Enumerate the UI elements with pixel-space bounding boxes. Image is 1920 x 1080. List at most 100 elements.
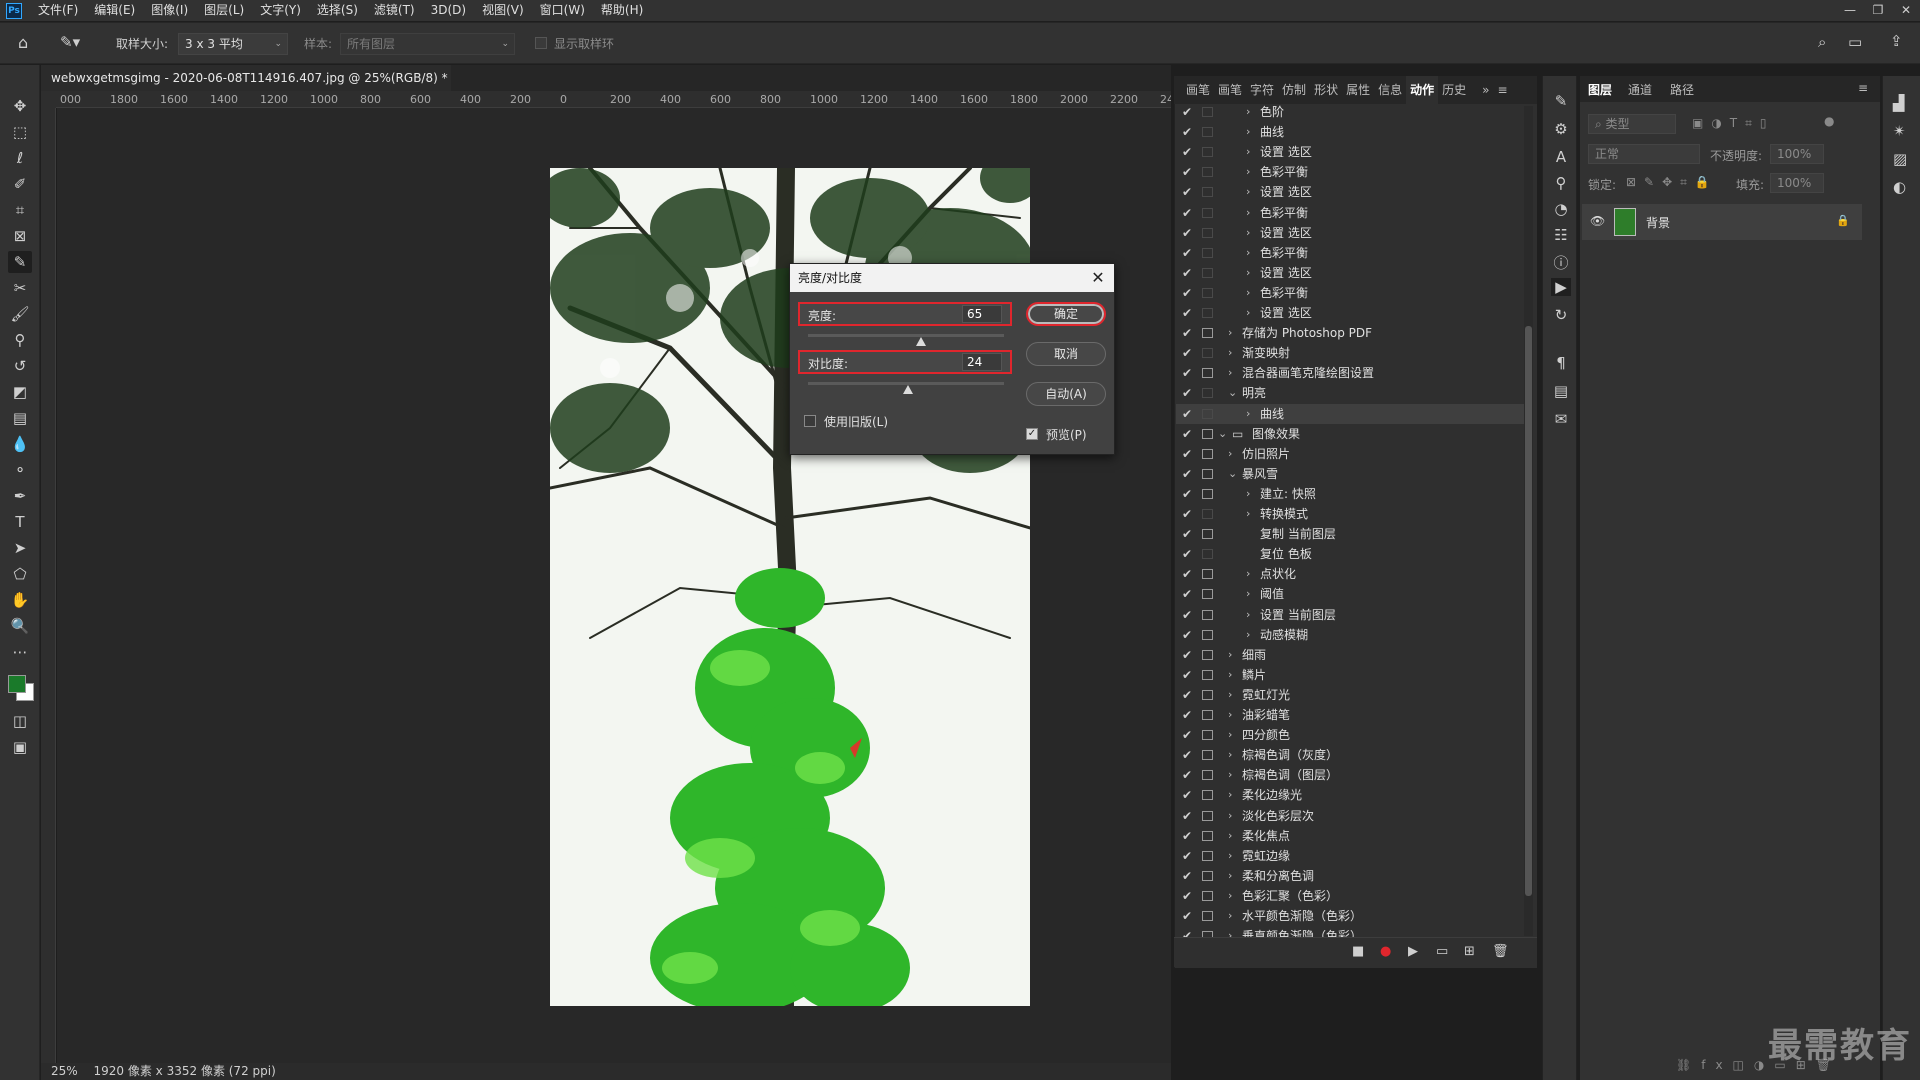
pen-tool-icon[interactable]: ✒: [8, 485, 32, 507]
chevron-right-icon[interactable]: ›: [1228, 645, 1232, 665]
tab-properties[interactable]: 属性: [1342, 76, 1374, 104]
menu-image[interactable]: 图像(I): [143, 0, 196, 21]
chevron-right-icon[interactable]: ›: [1246, 243, 1250, 263]
actions-icon[interactable]: ▶: [1551, 278, 1571, 296]
minimize-button[interactable]: —: [1836, 0, 1864, 21]
chevron-right-icon[interactable]: ›: [1246, 122, 1250, 142]
chevron-right-icon[interactable]: ›: [1246, 182, 1250, 202]
action-row[interactable]: ✔ › 设置 选区: [1176, 182, 1524, 202]
chevron-right-icon[interactable]: ›: [1246, 142, 1250, 162]
check-icon[interactable]: ✔: [1180, 544, 1194, 564]
chevron-right-icon[interactable]: ›: [1246, 484, 1250, 504]
chevron-right-icon[interactable]: ›: [1228, 665, 1232, 685]
chevron-right-icon[interactable]: ›: [1228, 705, 1232, 725]
healing-tool-icon[interactable]: ✂: [8, 277, 32, 299]
dialog-toggle-box[interactable]: [1202, 830, 1213, 841]
dialog-toggle-box[interactable]: [1202, 187, 1213, 198]
tab-clone-source[interactable]: 仿制: [1278, 76, 1310, 104]
action-row[interactable]: ✔ ⌄ ▭ 图像效果: [1176, 424, 1524, 444]
chevron-right-icon[interactable]: ›: [1228, 846, 1232, 866]
chevron-right-icon[interactable]: ›: [1246, 584, 1250, 604]
type-tool-icon[interactable]: T: [8, 511, 32, 533]
check-icon[interactable]: ✔: [1180, 685, 1194, 705]
eyedropper-tool-icon[interactable]: ✎: [8, 251, 32, 273]
share-icon[interactable]: ⇪: [1890, 32, 1903, 50]
dialog-toggle-box[interactable]: [1202, 569, 1213, 580]
check-icon[interactable]: ✔: [1180, 665, 1194, 685]
action-row[interactable]: ✔ › 霓虹灯光: [1176, 685, 1524, 705]
check-icon[interactable]: ✔: [1180, 785, 1194, 805]
chevron-right-icon[interactable]: ›: [1228, 685, 1232, 705]
marquee-tool-icon[interactable]: ⬚: [8, 121, 32, 143]
tab-brushes[interactable]: 画笔: [1214, 76, 1246, 104]
action-row[interactable]: ✔ › 霓虹边缘: [1176, 846, 1524, 866]
dialog-toggle-box[interactable]: [1202, 649, 1213, 660]
navigator-icon[interactable]: ✴: [1893, 122, 1906, 140]
shapes-icon[interactable]: ◔: [1551, 200, 1571, 218]
chevron-right-icon[interactable]: ›: [1228, 806, 1232, 826]
fill-input[interactable]: 100%: [1770, 173, 1824, 193]
action-row[interactable]: ✔ › 设置 选区: [1176, 223, 1524, 243]
new-action-icon[interactable]: ⊞: [1464, 944, 1475, 959]
check-icon[interactable]: ✔: [1180, 142, 1194, 162]
dialog-toggle-box[interactable]: [1202, 247, 1213, 258]
clone-source-icon[interactable]: ⚲: [1551, 174, 1571, 192]
panel-menu-icon[interactable]: ≡: [1858, 81, 1868, 95]
sample-dropdown[interactable]: 所有图层 ⌄: [340, 33, 515, 55]
dodge-tool-icon[interactable]: ⚬: [8, 459, 32, 481]
chevron-right-icon[interactable]: ›: [1228, 785, 1232, 805]
stamp-tool-icon[interactable]: ⚲: [8, 329, 32, 351]
home-icon[interactable]: ⌂: [18, 33, 28, 52]
chevron-right-icon[interactable]: ›: [1228, 765, 1232, 785]
close-window-button[interactable]: ✕: [1892, 0, 1920, 21]
dialog-toggle-box[interactable]: [1202, 710, 1213, 720]
action-row[interactable]: ✔ › 设置 选区: [1176, 303, 1524, 323]
chevron-right-icon[interactable]: ›: [1246, 404, 1250, 424]
action-row[interactable]: ✔ › 色彩平衡: [1176, 203, 1524, 223]
tab-layers[interactable]: 图层: [1588, 81, 1612, 98]
menu-filter[interactable]: 滤镜(T): [366, 0, 423, 21]
chevron-right-icon[interactable]: ›: [1246, 223, 1250, 243]
check-icon[interactable]: ✔: [1180, 243, 1194, 263]
horizontal-ruler[interactable]: 000 1800 1600 1400 1200 1000 800 600 400 200 0 200 4…: [56, 91, 1171, 108]
chevron-right-icon[interactable]: ›: [1228, 323, 1232, 343]
chevron-right-icon[interactable]: ›: [1246, 625, 1250, 645]
contrast-slider[interactable]: [808, 382, 1004, 394]
tab-actions[interactable]: 动作: [1406, 76, 1439, 104]
action-row[interactable]: ✔ › 存储为 Photoshop PDF: [1176, 323, 1524, 343]
document-tab[interactable]: webwxgetmsgimg - 2020-06-08T114916.407.j…: [41, 65, 451, 111]
action-row[interactable]: ✔ › 色阶: [1176, 102, 1524, 122]
cancel-button[interactable]: 取消: [1026, 342, 1106, 366]
panel-expand-icon[interactable]: »: [1478, 76, 1493, 104]
action-row[interactable]: ✔ › 淡化色彩层次: [1176, 806, 1524, 826]
quick-mask-icon[interactable]: ◫: [8, 710, 32, 732]
action-row[interactable]: ✔ › 色彩平衡: [1176, 283, 1524, 303]
chevron-right-icon[interactable]: ›: [1246, 605, 1250, 625]
chevron-right-icon[interactable]: ›: [1246, 303, 1250, 323]
check-icon[interactable]: ✔: [1180, 745, 1194, 765]
dialog-toggle-box[interactable]: [1202, 107, 1213, 117]
check-icon[interactable]: ✔: [1180, 605, 1194, 625]
action-row[interactable]: ✔ › 阈值: [1176, 584, 1524, 604]
action-row[interactable]: ✔ › 油彩蜡笔: [1176, 705, 1524, 725]
close-icon[interactable]: ✕: [1088, 264, 1108, 292]
check-icon[interactable]: ✔: [1180, 363, 1194, 383]
dialog-toggle-box[interactable]: [1202, 448, 1213, 459]
blend-mode-dropdown[interactable]: 正常: [1588, 144, 1700, 164]
action-row[interactable]: ✔ › 水平颜色渐隐（色彩）: [1176, 906, 1524, 926]
tab-paths[interactable]: 路径: [1670, 81, 1694, 98]
check-icon[interactable]: ✔: [1180, 806, 1194, 826]
check-icon[interactable]: ✔: [1180, 504, 1194, 524]
menu-file[interactable]: 文件(F): [30, 0, 86, 21]
action-row[interactable]: ✔ › 曲线: [1176, 122, 1524, 142]
menu-edit[interactable]: 编辑(E): [86, 0, 143, 21]
chevron-right-icon[interactable]: ›: [1228, 866, 1232, 886]
swatches-icon[interactable]: ▨: [1893, 150, 1907, 168]
eye-icon[interactable]: 👁: [1590, 214, 1605, 228]
check-icon[interactable]: ✔: [1180, 725, 1194, 745]
check-icon[interactable]: ✔: [1180, 906, 1194, 926]
play-icon[interactable]: ▶: [1408, 944, 1418, 959]
notes-icon[interactable]: ✉: [1551, 410, 1571, 428]
dialog-toggle-box[interactable]: [1202, 127, 1213, 138]
character-icon[interactable]: A: [1551, 148, 1571, 166]
